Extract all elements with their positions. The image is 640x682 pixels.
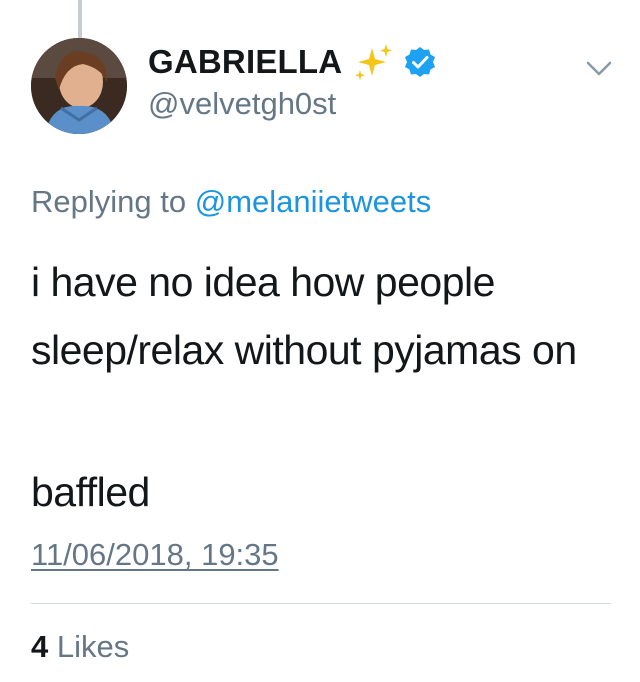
display-name[interactable]: GABRIELLA [148, 43, 342, 81]
divider [31, 603, 611, 604]
replying-to-line: Replying to @melaniietweets [31, 184, 431, 220]
avatar-image [31, 38, 127, 134]
tweet-text: i have no idea how people sleep/relax wi… [31, 259, 577, 373]
replying-to-label: Replying to [31, 184, 187, 219]
thread-connector-line [78, 0, 82, 38]
reply-mention-link[interactable]: @melaniietweets [195, 184, 432, 219]
avatar[interactable] [31, 38, 127, 134]
sparkles-emoji-icon [355, 44, 393, 80]
tweet-text-second-paragraph: baffled [31, 469, 150, 515]
user-handle[interactable]: @velvetgh0st [148, 86, 336, 122]
verified-badge-icon [405, 47, 436, 77]
chevron-down-icon[interactable] [584, 56, 614, 82]
tweet-timestamp[interactable]: 11/06/2018, 19:35 [31, 537, 279, 573]
likes-stat[interactable]: 4 Likes [31, 629, 129, 665]
likes-count: 4 [31, 629, 49, 664]
likes-label: Likes [56, 629, 130, 664]
